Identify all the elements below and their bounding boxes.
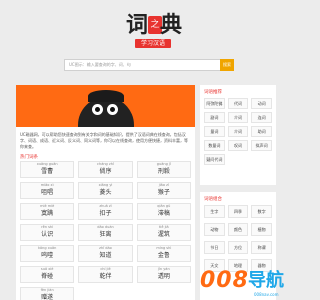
hot-word-text: 咀唱 [41, 189, 54, 196]
category-link[interactable]: 称谓 [251, 241, 272, 254]
logo-char-dian: 典 [160, 12, 183, 38]
category-link[interactable]: 方位 [227, 241, 249, 254]
hot-word-card[interactable]: tiě jiǎ 渥筑 [136, 224, 191, 241]
recommend-panel: 词语推荐 阿弥陀佛 代词 动词副词 介词 连词量词 介词 助词数量词 叹词 拟声词疑问代词 [200, 85, 276, 185]
hot-word-text: 狂离 [99, 231, 112, 238]
hot-word-text: 滞稿 [157, 210, 170, 217]
category-link[interactable]: 颜色 [227, 223, 249, 236]
hot-words-grid: xuǎng guǎn 雪曹 cháng zhǐ 倘序 guǎng jī 刑毅 miǎo xì… [20, 161, 191, 300]
category-link[interactable]: 四季 [227, 205, 249, 218]
hot-word-text: 金鲁 [157, 252, 170, 259]
hot-word-text: 呜噎 [41, 252, 54, 259]
search-input[interactable]: UC图示：输入要查询的字、词、句 [64, 59, 220, 71]
recommend-word-link[interactable]: 副词 [204, 112, 225, 123]
hot-word-text: 菱头 [99, 189, 112, 196]
recommend-grid: 阿弥陀佛 代词 动词副词 介词 连词量词 介词 助词数量词 叹词 拟声词疑问代词 [204, 98, 272, 165]
hot-words-title: 热门词条 [20, 155, 38, 160]
category-link[interactable]: 数字 [251, 205, 272, 218]
banner-creature-right-eye [107, 104, 118, 115]
hot-word-card[interactable]: rěn shì 认识 [20, 224, 75, 241]
category-link[interactable]: 生字 [204, 205, 225, 218]
recommend-word-link[interactable]: 助词 [251, 126, 272, 137]
site-logo[interactable]: 词 之 典 学习汉语 [120, 12, 186, 48]
recommend-word-link[interactable]: 连词 [251, 112, 272, 123]
hot-word-text: 猴子 [157, 189, 170, 196]
hot-word-text: 扣子 [99, 210, 112, 217]
watermark-nav: 导航 [248, 270, 284, 291]
category-link[interactable]: 动物 [204, 223, 225, 236]
hot-word-card[interactable]: xuǎng guǎn 雪曹 [20, 161, 75, 178]
category-link[interactable]: 节日 [204, 241, 225, 254]
recommend-word-link[interactable]: 阿弥陀佛 [204, 98, 225, 109]
logo-slogan: 学习汉语 [135, 39, 171, 48]
hot-word-text: 刑毅 [157, 168, 170, 175]
hot-word-text: 渥筑 [157, 231, 170, 238]
hot-word-card[interactable]: qiān gǔ 滞稿 [136, 203, 191, 220]
hot-word-card[interactable]: suō xiè 脊碰 [20, 266, 75, 283]
hot-word-text: 透明 [157, 273, 170, 280]
hot-word-card[interactable]: dǎo duàn 狂离 [78, 224, 133, 241]
recommend-word-link[interactable]: 介词 [227, 126, 249, 137]
hot-word-card[interactable]: cháng zhǐ 倘序 [78, 161, 133, 178]
hot-word-text: 知道 [99, 252, 112, 259]
hot-word-card[interactable]: fèn jiàn 赠遂 [20, 287, 75, 300]
watermark-url: 008nav.com [254, 292, 279, 297]
hero-banner [16, 85, 195, 127]
hot-word-text: 脊碰 [41, 273, 54, 280]
hot-word-text: 赠遂 [41, 294, 54, 300]
category-grid: 生字 四季 数字 动物 颜色 植物 节日 方位 称谓 天文 地理 器物 [204, 205, 272, 272]
recommend-word-link[interactable]: 量词 [204, 126, 225, 137]
recommend-word-link[interactable]: 动词 [251, 98, 272, 109]
recommend-word-link[interactable]: 叹词 [227, 140, 249, 151]
hot-word-card[interactable]: kōng xuān 呜噎 [20, 245, 75, 262]
hot-word-text: 雪曹 [41, 168, 54, 175]
category-link[interactable]: 植物 [251, 223, 272, 236]
hot-word-text: 倘序 [99, 168, 112, 175]
hot-word-card[interactable]: zhuǎ zǐ 扣子 [78, 203, 133, 220]
hot-word-card[interactable]: guǎng jī 刑毅 [136, 161, 191, 178]
hot-word-card[interactable]: jiāo zǐ 猴子 [136, 182, 191, 199]
hot-word-text: 认识 [41, 231, 54, 238]
logo-char-ci: 词 [126, 12, 149, 38]
search-button[interactable]: 搜索 [220, 59, 234, 71]
hot-word-card[interactable]: miǎo xì 咀唱 [20, 182, 75, 199]
hot-word-card[interactable]: chí jiē 乾伴 [78, 266, 133, 283]
recommend-word-link[interactable]: 代词 [227, 98, 249, 109]
banner-creature-left-eye [92, 104, 103, 115]
hot-word-card[interactable]: xiāng yì 菱头 [78, 182, 133, 199]
recommend-word-link[interactable]: 拟声词 [251, 140, 272, 151]
category-title: 词语组合 [204, 197, 222, 202]
hot-word-card[interactable]: zhī dào 知道 [78, 245, 133, 262]
recommend-title: 词语推荐 [204, 90, 222, 95]
hot-word-text: 寞蹒 [41, 210, 54, 217]
recommend-word-link[interactable]: 介词 [227, 112, 249, 123]
recommend-word-link[interactable]: 疑问代词 [204, 154, 225, 165]
site-intro: UC磁器网，可以帮助您快速查询到有关字和词的基础知识，提供了汉语词典在线查询，包… [20, 132, 188, 149]
watermark-number: 008 [200, 268, 249, 293]
watermark-logo: 008 导航 008nav.com [200, 268, 300, 300]
banner-creature-hair [88, 90, 124, 102]
recommend-word-link[interactable]: 数量词 [204, 140, 225, 151]
hot-word-card[interactable]: jǐn yán 透明 [136, 266, 191, 283]
hot-word-card[interactable]: míng shì 金鲁 [136, 245, 191, 262]
hot-word-card[interactable]: miè miè 寞蹒 [20, 203, 75, 220]
hot-word-text: 乾伴 [99, 273, 112, 280]
main-content: UC磁器网，可以帮助您快速查询到有关字和词的基础知识，提供了汉语词典在线查询，包… [16, 85, 195, 300]
search-bar: UC图示：输入要查询的字、词、句 搜索 [64, 59, 234, 71]
